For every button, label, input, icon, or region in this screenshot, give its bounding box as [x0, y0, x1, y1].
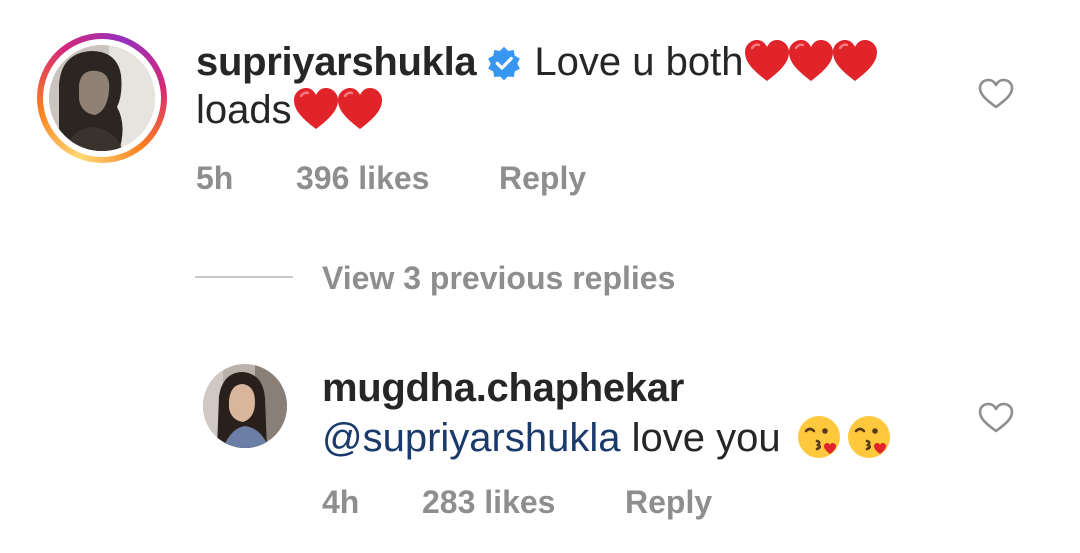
- avatar-mugdha-chaphekar[interactable]: [203, 364, 287, 448]
- verified-badge-icon: [488, 46, 521, 81]
- like-heart-icon[interactable]: [978, 402, 1014, 434]
- reply-likes-count[interactable]: 283 likes: [422, 482, 555, 522]
- reply-reply-button[interactable]: Reply: [625, 482, 712, 522]
- heart-emoji-group: [743, 40, 878, 84]
- comment-likes-count[interactable]: 396 likes: [296, 158, 429, 198]
- reply-username[interactable]: mugdha.chaphekar: [322, 364, 684, 412]
- reply-text: love you: [631, 416, 781, 460]
- reply-time: 4h: [322, 484, 360, 520]
- comment-reply-button[interactable]: Reply: [499, 158, 586, 198]
- like-heart-icon[interactable]: [978, 78, 1014, 110]
- view-previous-replies-button[interactable]: View 3 previous replies: [322, 258, 675, 298]
- heart-emoji-icon: [833, 40, 878, 81]
- kissing-face-emoji-icon: [847, 416, 890, 458]
- replies-divider: [195, 276, 293, 278]
- reply-body: @supriyarshukla love you: [322, 414, 892, 462]
- heart-emoji-icon: [745, 40, 790, 81]
- comment-text-line1: Love u both: [534, 40, 744, 84]
- heart-emoji-icon: [789, 40, 834, 81]
- avatar-supriyarshukla[interactable]: [49, 45, 155, 151]
- heart-emoji-icon: [293, 88, 338, 129]
- comment-username[interactable]: supriyarshukla: [196, 40, 477, 84]
- story-ring[interactable]: [37, 33, 167, 163]
- reply-mention-link[interactable]: @supriyarshukla: [322, 416, 621, 460]
- comment-text-line2: loads: [196, 88, 292, 132]
- kissing-face-emoji-icon: [797, 416, 840, 458]
- comment-time: 5h: [196, 160, 234, 196]
- comment-body: supriyarshukla Love u both loads: [196, 38, 936, 134]
- heart-emoji-icon: [337, 88, 382, 129]
- heart-emoji-group: [292, 88, 382, 132]
